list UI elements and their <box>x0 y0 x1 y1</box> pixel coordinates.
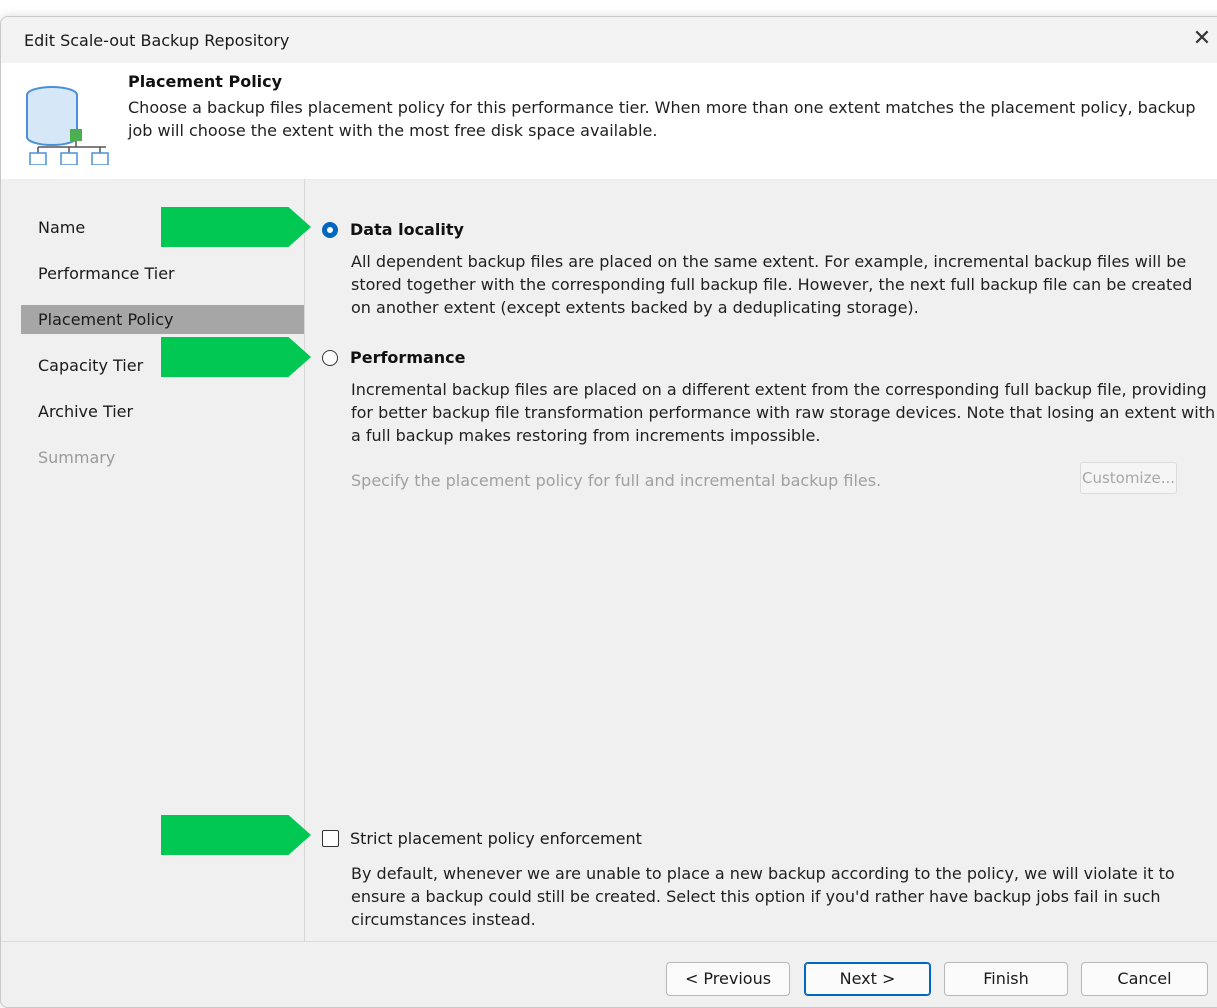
strict-enforcement-description: By default, whenever we are unable to pl… <box>351 864 1175 929</box>
dialog-window: Edit Scale-out Backup Repository ✕ Place… <box>0 16 1217 1008</box>
highlight-arrow <box>161 815 311 855</box>
page-description: Choose a backup files placement policy f… <box>128 98 1196 140</box>
placement-policy-panel: Data locality All dependent backup files… <box>305 179 1217 941</box>
data-locality-radio[interactable] <box>322 222 338 238</box>
sidebar-item-archive-tier[interactable]: Archive Tier <box>21 397 304 426</box>
wizard-steps: Name Performance Tier Placement Policy C… <box>21 179 311 941</box>
title-bar: Edit Scale-out Backup Repository ✕ <box>1 17 1217 63</box>
wizard-footer: < Previous Next > Finish Cancel <box>1 941 1217 1007</box>
sidebar-item-placement-policy[interactable]: Placement Policy <box>21 305 304 334</box>
next-button[interactable]: Next > <box>804 962 931 996</box>
page-header: Placement Policy Choose a backup files p… <box>1 63 1217 179</box>
highlight-arrow <box>161 337 311 377</box>
highlight-arrow <box>161 207 311 247</box>
page-title: Placement Policy <box>128 72 283 91</box>
finish-button[interactable]: Finish <box>944 962 1068 996</box>
previous-button[interactable]: < Previous <box>666 962 790 996</box>
close-icon[interactable]: ✕ <box>1189 26 1215 52</box>
data-locality-description: All dependent backup files are placed on… <box>351 252 1193 317</box>
database-network-icon <box>26 86 109 165</box>
cancel-button[interactable]: Cancel <box>1081 962 1208 996</box>
sidebar-item-performance-tier[interactable]: Performance Tier <box>21 259 304 288</box>
performance-description: Incremental backup files are placed on a… <box>351 380 1216 445</box>
sidebar-item-summary: Summary <box>38 448 116 467</box>
performance-label[interactable]: Performance <box>350 348 466 367</box>
strict-enforcement-checkbox[interactable] <box>322 830 339 847</box>
data-locality-label[interactable]: Data locality <box>350 220 464 239</box>
customize-hint: Specify the placement policy for full an… <box>351 471 882 490</box>
window-title: Edit Scale-out Backup Repository <box>24 31 290 50</box>
customize-button[interactable]: Customize... <box>1080 462 1177 494</box>
performance-radio[interactable] <box>322 350 338 366</box>
strict-enforcement-label[interactable]: Strict placement policy enforcement <box>350 829 642 848</box>
